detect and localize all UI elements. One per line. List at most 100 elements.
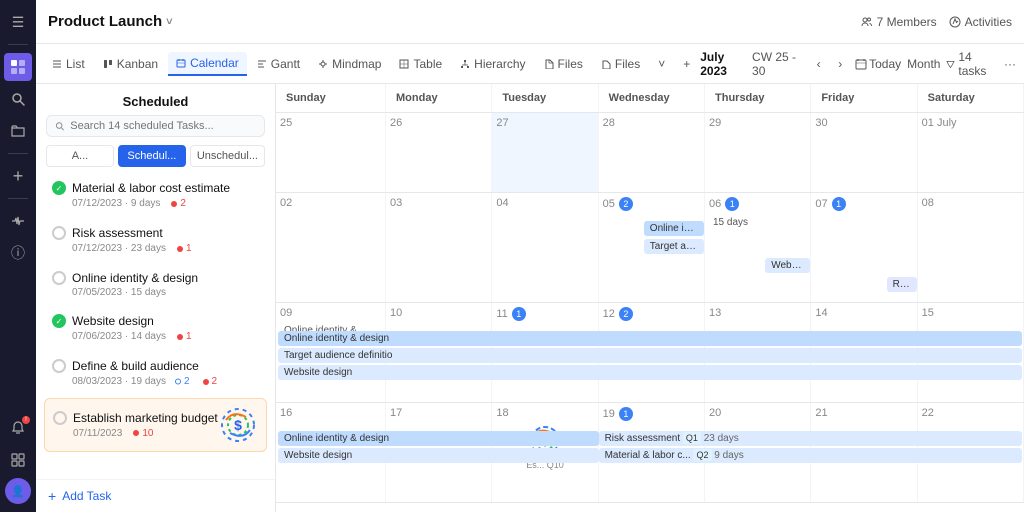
tab-list[interactable]: List bbox=[44, 53, 93, 75]
scheduled-sidebar: Scheduled A... Schedul... Unschedul... ✓ bbox=[36, 84, 276, 512]
svg-text:$: $ bbox=[234, 417, 242, 433]
calendar-event[interactable]: Online identity & design bbox=[278, 431, 599, 446]
folder-icon[interactable] bbox=[4, 117, 32, 145]
tab-calendar[interactable]: Calendar bbox=[168, 52, 247, 76]
list-item[interactable]: Risk assessment 07/12/2023 · 23 days 1 bbox=[44, 220, 267, 261]
task-dot: 2 bbox=[619, 197, 633, 211]
sidebar-tab-scheduled[interactable]: Schedul... bbox=[118, 145, 186, 167]
task-check-empty bbox=[52, 226, 66, 240]
calendar-day[interactable]: 28 bbox=[599, 113, 705, 192]
calendar-day-today[interactable]: 27 bbox=[492, 113, 598, 192]
search-input[interactable] bbox=[70, 120, 256, 132]
calendar-event[interactable]: Website design Q1 14 days bbox=[765, 258, 810, 273]
list-item[interactable]: Establish marketing budget 07/11/2023 10 bbox=[44, 398, 267, 452]
prev-week-btn[interactable]: ‹ bbox=[810, 54, 828, 74]
tab-hierarchy[interactable]: Hierarchy bbox=[452, 53, 533, 75]
task-title: Establish marketing budget bbox=[73, 411, 218, 425]
tasks-count: 14 tasks bbox=[958, 50, 998, 78]
add-view-btn[interactable]: + bbox=[675, 53, 698, 75]
task-check-empty bbox=[52, 271, 66, 285]
calendar-day[interactable]: 26 bbox=[386, 113, 492, 192]
task-dot: 1 bbox=[832, 197, 846, 211]
cw-label: CW 25 - 30 bbox=[752, 50, 806, 78]
calendar-week: 25 26 27 28 29 bbox=[276, 113, 1024, 193]
activities-button[interactable]: Activities bbox=[949, 15, 1012, 29]
add-icon[interactable]: + bbox=[4, 162, 32, 190]
search-icon[interactable] bbox=[4, 85, 32, 113]
calendar-event[interactable]: Online identity & design bbox=[278, 331, 1022, 346]
calendar-day[interactable]: 29 bbox=[705, 113, 811, 192]
more-views-btn[interactable]: ˅ bbox=[650, 53, 673, 75]
calendar-day[interactable]: 03 bbox=[386, 193, 492, 302]
alert-badge: 10 bbox=[128, 427, 157, 440]
task-check-empty bbox=[53, 411, 67, 425]
header-cell-friday: Friday bbox=[811, 84, 917, 112]
tab-gantt[interactable]: Gantt bbox=[249, 53, 308, 75]
calendar-week: 16 17 18 $ bbox=[276, 403, 1024, 503]
sidebar-title: Scheduled bbox=[36, 84, 275, 115]
calendar-day[interactable]: 30 bbox=[811, 113, 917, 192]
alert-badge: 1 bbox=[172, 330, 196, 343]
calendar-event[interactable]: Target audience definitio bbox=[278, 348, 1022, 363]
top-bar: Product Launch ˅ 7 Members Activities bbox=[36, 0, 1024, 44]
calendar-event[interactable]: Online identity & design bbox=[644, 221, 704, 236]
calendar-body: 25 26 27 28 29 bbox=[276, 113, 1024, 512]
calendar-day[interactable]: 06 1 15 days Website design Q1 14 days bbox=[705, 193, 811, 302]
tab-files2[interactable]: Files bbox=[593, 53, 648, 75]
header-cell-sunday: Sunday bbox=[276, 84, 386, 112]
sidebar-tab-all[interactable]: A... bbox=[46, 145, 114, 167]
user-avatar[interactable]: 👤 bbox=[5, 478, 31, 504]
list-item[interactable]: ✓ Website design 07/06/2023 · 14 days 1 bbox=[44, 308, 267, 349]
task-check-done: ✓ bbox=[52, 181, 66, 195]
comment-badge: 2 bbox=[170, 375, 194, 388]
calendar-event[interactable]: Website design bbox=[278, 448, 599, 463]
calendar-day[interactable]: 08 bbox=[918, 193, 1024, 302]
task-title: Risk assessment bbox=[72, 226, 163, 240]
task-check-empty bbox=[52, 359, 66, 373]
list-item[interactable]: Define & build audience 08/03/2023 · 19 … bbox=[44, 353, 267, 394]
grid-icon[interactable] bbox=[4, 446, 32, 474]
date-navigation: July 2023 CW 25 - 30 ‹ › bbox=[700, 50, 849, 78]
task-search[interactable] bbox=[46, 115, 265, 137]
add-task-button[interactable]: + Add Task bbox=[36, 479, 275, 512]
task-title: Online identity & design bbox=[72, 271, 198, 285]
calendar-day[interactable]: 25 bbox=[276, 113, 386, 192]
task-title: Website design bbox=[72, 314, 154, 328]
members-count[interactable]: 7 Members bbox=[861, 15, 937, 29]
list-item[interactable]: ✓ Material & labor cost estimate 07/12/2… bbox=[44, 175, 267, 216]
calendar-event[interactable]: Website design bbox=[278, 365, 1022, 380]
header-cell-thursday: Thursday bbox=[705, 84, 811, 112]
calendar-event[interactable]: Risk assessment Q1 23 days bbox=[599, 431, 1022, 446]
task-check-done: ✓ bbox=[52, 314, 66, 328]
alert-badge: 1 bbox=[172, 242, 196, 255]
notifications-icon[interactable]: ! bbox=[4, 414, 32, 442]
calendar-day[interactable]: 05 2 Online identity & design Target aud… bbox=[599, 193, 705, 302]
calendar-event[interactable]: Target audience d... Q2 8 days bbox=[644, 239, 704, 254]
more-options-btn[interactable]: ··· bbox=[1004, 57, 1016, 71]
sidebar-tab-unscheduled[interactable]: Unschedul... bbox=[190, 145, 265, 167]
tab-files1[interactable]: Files bbox=[536, 53, 591, 75]
header-cell-monday: Monday bbox=[386, 84, 492, 112]
next-week-btn[interactable]: › bbox=[831, 54, 849, 74]
task-dot: 1 bbox=[619, 407, 633, 421]
today-btn[interactable]: Today bbox=[869, 57, 901, 71]
tab-kanban[interactable]: Kanban bbox=[95, 53, 166, 75]
calendar-day[interactable]: 01 July bbox=[918, 113, 1024, 192]
month-btn[interactable]: Month bbox=[907, 57, 940, 71]
view-toolbar: List Kanban Calendar Gantt Mindmap Table bbox=[36, 44, 1024, 84]
app-icon[interactable] bbox=[4, 53, 32, 81]
tab-mindmap[interactable]: Mindmap bbox=[310, 53, 389, 75]
calendar-day[interactable]: 02 bbox=[276, 193, 386, 302]
pulse-icon[interactable] bbox=[4, 207, 32, 235]
task-title: Material & labor cost estimate bbox=[72, 181, 230, 195]
title-chevron-icon: ˅ bbox=[166, 16, 172, 28]
calendar-day[interactable]: 04 bbox=[492, 193, 598, 302]
calendar-event[interactable]: Register trademark Q5 2 days bbox=[887, 277, 917, 292]
info-icon[interactable]: ⓘ bbox=[4, 239, 32, 267]
calendar-day[interactable]: 07 1 Register trademark Q5 2 days bbox=[811, 193, 917, 302]
tab-table[interactable]: Table bbox=[391, 53, 450, 75]
menu-icon[interactable]: ☰ bbox=[4, 8, 32, 36]
project-title[interactable]: Product Launch ˅ bbox=[48, 13, 173, 30]
list-item[interactable]: Online identity & design 07/05/2023 · 15… bbox=[44, 265, 267, 304]
calendar-event[interactable]: Material & labor c... Q2 9 days bbox=[599, 448, 1022, 463]
